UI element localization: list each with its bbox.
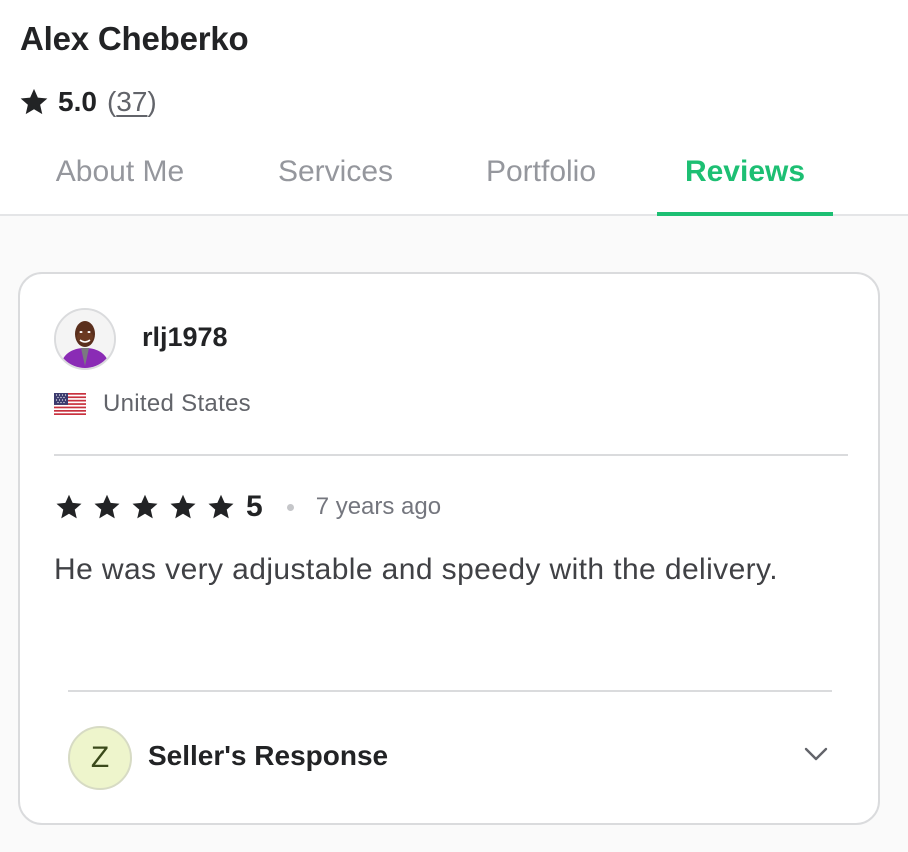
review-card: rlj1978 United States 5 7 years ago He w… (18, 272, 880, 825)
seller-response-toggle[interactable]: Z Seller's Response (68, 726, 832, 790)
tab-portfolio[interactable]: Portfolio (452, 140, 630, 216)
star-icon (94, 494, 120, 519)
review-rating-value: 5 (246, 490, 263, 523)
review-time: 7 years ago (315, 493, 442, 520)
divider (54, 454, 848, 456)
review-rating: 5 7 years ago (54, 490, 441, 524)
profile-tabs: About Me Services Portfolio Reviews (0, 140, 908, 216)
divider (68, 690, 832, 692)
star-icon (132, 494, 158, 519)
review-count-close: ) (147, 86, 157, 117)
profile-header: Alex Cheberko 5.0 (37) About Me Services… (0, 0, 908, 216)
star-icon (208, 494, 234, 519)
seller-response-label: Seller's Response (148, 740, 389, 771)
rating-value: 5.0 (58, 86, 97, 117)
review-count[interactable]: 37 (116, 86, 147, 117)
seller-profile-page: Alex Cheberko 5.0 (37) About Me Services… (0, 0, 908, 852)
separator-dot (286, 503, 294, 511)
user-avatar-icon (56, 310, 114, 368)
review-count-open: ( (106, 86, 117, 117)
star-icon (56, 494, 82, 519)
tab-reviews[interactable]: Reviews (657, 140, 833, 216)
review-text: He was very adjustable and speedy with t… (54, 553, 778, 586)
reviewer-country: United States (54, 390, 251, 418)
us-flag-icon (54, 393, 86, 415)
country-name: United States (103, 390, 251, 417)
seller-response-avatar: Z (68, 726, 132, 790)
review-count-link[interactable]: (37) (107, 86, 157, 118)
chevron-down-icon[interactable] (800, 738, 832, 770)
reviewer-avatar[interactable] (54, 308, 116, 370)
star-icon (170, 494, 196, 519)
seller-rating: 5.0 (37) (18, 86, 157, 118)
star-icon (20, 88, 48, 115)
seller-name: Alex Cheberko (20, 20, 249, 57)
tab-about-me[interactable]: About Me (20, 140, 220, 216)
tab-services[interactable]: Services (248, 140, 423, 216)
reviewer-username[interactable]: rlj1978 (142, 322, 228, 353)
